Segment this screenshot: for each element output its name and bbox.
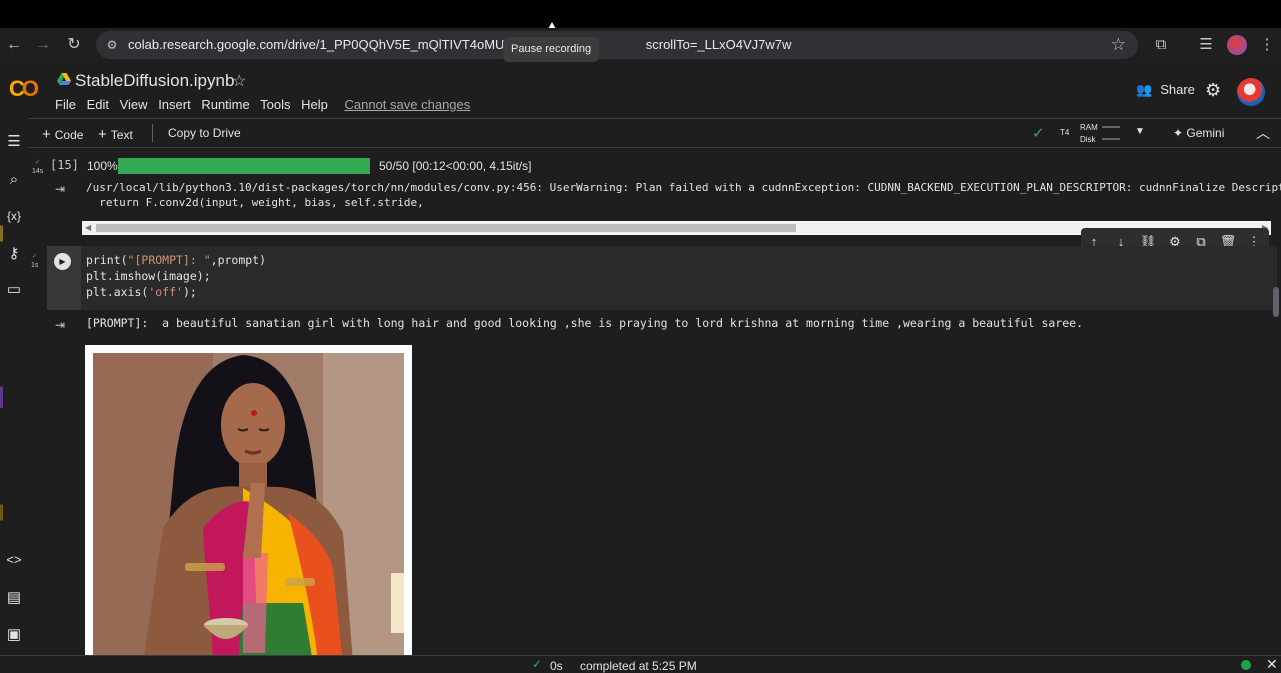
browser-profile-avatar[interactable] (1227, 35, 1247, 55)
colab-header: CO StableDiffusion.ipynb ☆ File Edit Vie… (0, 62, 1281, 118)
run-cell-button[interactable]: ▶ (54, 253, 71, 270)
collapse-header-icon[interactable]: ︿ (1256, 123, 1270, 143)
output-toggle-icon[interactable]: ⇥ (55, 318, 73, 332)
code-snippets-icon[interactable]: <> (4, 550, 24, 570)
extensions-icon[interactable]: ⧉ (1151, 35, 1171, 55)
connected-check-icon: ✓ (1032, 125, 1045, 142)
window-left-edge (0, 118, 3, 655)
share-label: Share (1160, 82, 1195, 97)
status-completed-text[interactable]: completed at 5:25 PM (580, 659, 697, 673)
status-exec-time: 0s (550, 659, 563, 673)
notebook-toolbar: + Code + Text Copy to Drive ✓ T4 RAM Disk … (0, 118, 1281, 148)
menu-help[interactable]: Help (301, 97, 328, 112)
media-control-icon[interactable]: ☰ (1196, 35, 1216, 55)
warning-line-2: return F.conv2d(input, weight, bias, sel… (86, 196, 424, 209)
reload-icon[interactable]: ↻ (63, 34, 85, 56)
browser-menu-icon[interactable]: ⋮ (1257, 35, 1277, 55)
url-text[interactable]: colab.research.google.com/drive/1_PP0QQh… (128, 37, 791, 52)
status-check-icon: ✓ (532, 657, 543, 671)
menu-runtime[interactable]: Runtime (201, 97, 249, 112)
progress-fill (118, 158, 370, 174)
variables-icon[interactable]: {x} (4, 206, 24, 226)
address-bar[interactable]: ⚙ colab.research.google.com/drive/1_PP0Q… (96, 31, 1138, 59)
notebook-title[interactable]: StableDiffusion.ipynb (75, 71, 234, 91)
menu-file[interactable]: File (55, 97, 76, 112)
command-palette-icon[interactable]: ▤ (4, 588, 24, 608)
runtime-dropdown-icon[interactable]: ▼ (1135, 126, 1145, 137)
menu-tools[interactable]: Tools (260, 97, 290, 112)
share-button[interactable]: 👥 Share (1136, 82, 1195, 98)
site-settings-icon[interactable]: ⚙ (104, 37, 120, 53)
left-sidebar: ☰ ⌕ {x} ⚷ ▭ <> ▤ ▣ (0, 118, 28, 655)
run-column: ▶ (47, 246, 81, 310)
runtime-status-dot (1241, 660, 1251, 670)
close-status-icon[interactable]: ✕ (1266, 656, 1278, 673)
code-editor[interactable]: print("[PROMPT]: ",prompt) plt.imshow(ima… (86, 252, 266, 300)
back-icon[interactable]: ← (3, 34, 25, 56)
disk-meter (1102, 138, 1120, 140)
disk-label: Disk (1080, 135, 1096, 144)
settings-gear-icon[interactable]: ⚙ (1205, 80, 1221, 101)
status-bar: ✓ 0s completed at 5:25 PM ✕ (0, 655, 1281, 673)
vertical-scrollbar[interactable] (1273, 287, 1279, 317)
execution-count: [15] (50, 158, 79, 172)
files-folder-icon[interactable]: ▭ (4, 280, 24, 300)
table-of-contents-icon[interactable]: ☰ (4, 132, 24, 152)
warning-output: /usr/local/lib/python3.10/dist-packages/… (86, 180, 1281, 210)
scroll-left-icon[interactable]: ◀ (85, 223, 91, 232)
gpu-label[interactable]: T4 (1060, 128, 1069, 137)
generated-image-illustration (93, 353, 404, 655)
gemini-button[interactable]: ✦ Gemini (1173, 126, 1224, 140)
output-toggle-icon[interactable]: ⇥ (55, 182, 73, 196)
secrets-key-icon[interactable]: ⚷ (4, 244, 24, 264)
colab-logo[interactable]: CO (9, 76, 39, 102)
code-line-1: print("[PROMPT]: ",prompt) (86, 253, 267, 267)
add-code-button[interactable]: + Code (42, 126, 83, 143)
pause-recording-tooltip: Pause recording (503, 37, 600, 62)
top-strip (0, 0, 1281, 28)
output-image-frame (85, 345, 412, 655)
cell-run-status: ✓ 1s (31, 253, 39, 269)
notebook-area: ✓ 14s [15] 100% 50/50 [00:12<00:00, 4.15i… (28, 148, 1281, 655)
star-notebook-icon[interactable]: ☆ (232, 71, 246, 91)
bookmark-star-icon[interactable]: ☆ (1111, 35, 1126, 55)
generated-image (93, 353, 404, 655)
people-icon: 👥 (1136, 82, 1153, 97)
menu-view[interactable]: View (120, 97, 148, 112)
code-line-3: plt.axis('off'); (86, 285, 197, 299)
ram-label: RAM (1080, 123, 1098, 132)
url-tail: scrollTo=_LLxO4VJ7w7w (645, 37, 792, 52)
scroll-thumb[interactable] (96, 224, 796, 232)
menu-edit[interactable]: Edit (87, 97, 109, 112)
add-text-button[interactable]: + Text (98, 126, 133, 143)
copy-to-drive-button[interactable]: Copy to Drive (168, 126, 241, 140)
toolbar-divider (152, 124, 153, 142)
google-drive-icon (57, 73, 71, 85)
resource-labels[interactable]: RAM Disk (1080, 122, 1098, 146)
prompt-output: [PROMPT]: a beautiful sanatian girl with… (86, 316, 1083, 330)
progress-stats: 50/50 [00:12<00:00, 4.15it/s] (379, 159, 532, 173)
warning-line-1: /usr/local/lib/python3.10/dist-packages/… (86, 181, 1281, 194)
menu-bar: File Edit View Insert Runtime Tools Help… (55, 97, 477, 112)
url-main: colab.research.google.com/drive/1_PP0QQh… (128, 37, 556, 52)
progress-bar (118, 158, 370, 174)
code-line-2: plt.imshow(image); (86, 269, 211, 283)
forward-icon[interactable]: → (32, 34, 54, 56)
cell-run-status: ✓ 14s (32, 159, 44, 175)
menu-insert[interactable]: Insert (158, 97, 191, 112)
search-icon[interactable]: ⌕ (4, 170, 24, 190)
ram-meter (1102, 126, 1120, 128)
terminal-icon[interactable]: ▣ (4, 625, 24, 645)
browser-toolbar: ← → ↻ ⚙ colab.research.google.com/drive/… (0, 28, 1281, 62)
user-avatar[interactable] (1237, 78, 1265, 106)
code-cell[interactable]: ▶ print("[PROMPT]: ",prompt) plt.imshow(i… (47, 246, 1277, 310)
progress-percent: 100% (87, 159, 118, 173)
cannot-save-link[interactable]: Cannot save changes (345, 97, 471, 112)
